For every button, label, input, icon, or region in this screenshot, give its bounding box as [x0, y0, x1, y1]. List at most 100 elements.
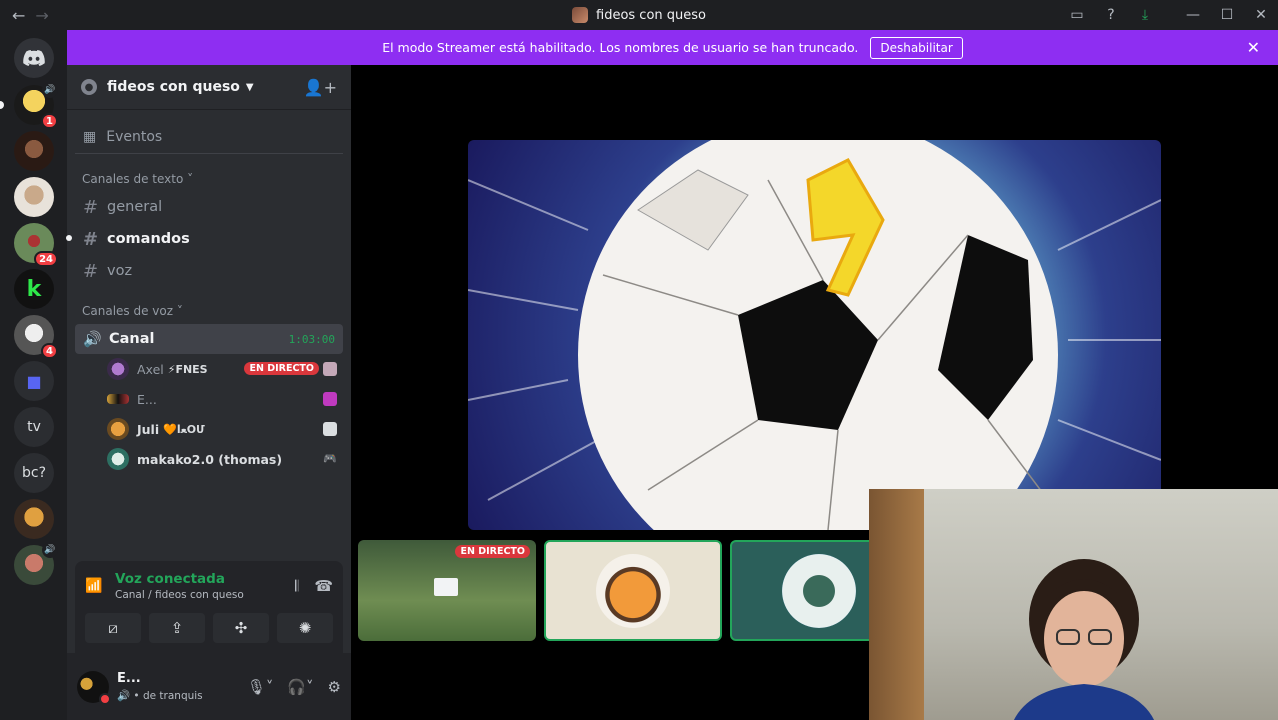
channel-label: voz [107, 263, 133, 279]
channel-comandos[interactable]: # comandos [66, 224, 343, 254]
minimize-icon[interactable]: — [1176, 7, 1210, 23]
guild-icon: ● [81, 79, 97, 95]
calendar-icon: ▦ [83, 128, 97, 145]
share-screen-button[interactable]: ⇪ [149, 613, 205, 643]
camera-off-button[interactable]: ⧄ [85, 613, 141, 643]
activity-icon [323, 422, 337, 436]
screen-share-stream[interactable] [468, 140, 1161, 530]
voice-user-e[interactable]: E... [107, 384, 343, 414]
banner-message: El modo Streamer está habilitado. Los no… [382, 40, 859, 55]
help-icon[interactable]: ? [1094, 7, 1128, 23]
stream-tile-game[interactable]: EN DIRECTO [358, 540, 536, 641]
close-icon[interactable]: ✕ [1244, 7, 1278, 23]
arrow-left-icon[interactable]: ← [12, 6, 25, 25]
voice-user-name: E... [137, 391, 157, 407]
channel-label: general [107, 199, 163, 215]
voice-user-name: Axel [137, 361, 164, 377]
streamer-mode-banner: El modo Streamer está habilitado. Los no… [67, 30, 1278, 65]
signal-icon[interactable]: 📶 [85, 578, 115, 594]
voice-channel-label: Canal [109, 331, 155, 347]
avatar [596, 553, 670, 628]
speaker-icon: 🔊 [83, 330, 102, 348]
avatar [107, 394, 129, 404]
webcam-video[interactable] [869, 489, 1278, 720]
voice-status[interactable]: Voz conectada [115, 571, 244, 587]
download-icon[interactable]: ⤓ [1128, 7, 1162, 23]
notification-badge: 24 [34, 251, 58, 267]
voice-user-axel[interactable]: Axel ⚡FNES EN DIRECTO [107, 354, 343, 384]
server-folder-tv[interactable]: tv [14, 407, 54, 447]
user-name[interactable]: E... [117, 671, 203, 686]
speaker-icon: 🔊 [42, 82, 58, 98]
voice-timer: 1:03:00 [288, 332, 335, 346]
voice-user-name: makako2.0 (thomas) [137, 451, 283, 467]
arrow-right-icon[interactable]: → [35, 6, 48, 25]
avatar [107, 418, 129, 440]
server-icon-4[interactable]: 24 [14, 223, 58, 267]
noise-suppression-icon[interactable]: 𝄃 [295, 577, 298, 595]
server-icon-1[interactable]: 🔊 1 [0, 82, 58, 129]
server-icon-3[interactable] [14, 177, 54, 217]
window-title: fideos con queso [572, 7, 706, 23]
server-icon-6[interactable]: 4 [14, 315, 58, 359]
avatar[interactable] [77, 670, 111, 705]
add-user-icon[interactable]: 👤+ [304, 78, 337, 97]
folder-icon[interactable]: ■ [14, 361, 54, 401]
microphone-icon[interactable]: 🎙˅ [247, 678, 274, 696]
voice-user-tag: 🧡ﻌاОՄ [163, 422, 205, 436]
channel-general[interactable]: # general [75, 192, 343, 222]
events-label: Eventos [106, 128, 163, 145]
hash-icon: # [83, 260, 99, 282]
guild-name: fideos con queso [107, 79, 240, 95]
voice-user-juli[interactable]: Juli 🧡ﻌاОՄ [107, 414, 343, 444]
discord-home-icon[interactable] [14, 38, 54, 78]
headphones-icon[interactable]: 🎧˅ [287, 678, 313, 696]
camera-off-icon: ⧄ [108, 619, 118, 637]
unread-indicator [66, 235, 72, 241]
voice-location[interactable]: Canal / fideos con queso [115, 589, 244, 601]
channel-label: comandos [107, 231, 190, 247]
server-folder-bc[interactable]: bc? [14, 453, 54, 493]
title-bar: ← → fideos con queso ▭ ? ⤓ — ☐ ✕ [0, 0, 1278, 30]
server-rail: 🔊 1 24 k 4 ■ tv bc? 🔊 [0, 30, 67, 720]
category-voice-label: Canales de voz [82, 304, 174, 318]
hash-icon: # [83, 228, 99, 250]
activities-icon: ✣ [234, 619, 248, 637]
gear-icon[interactable]: ⚙ [328, 678, 341, 696]
category-text[interactable]: Canales de texto ˅ [82, 172, 351, 186]
soundboard-button[interactable]: ✺ [277, 613, 333, 643]
voice-user-makako[interactable]: makako2.0 (thomas) 🎮 [107, 444, 343, 474]
server-icon-2[interactable] [14, 131, 54, 171]
category-text-label: Canales de texto [82, 172, 184, 186]
server-icon-8[interactable]: 🔊 [14, 542, 58, 585]
disconnect-icon[interactable]: ☎ [314, 577, 333, 595]
server-icon-5[interactable]: k [14, 269, 54, 309]
inbox-icon[interactable]: ▭ [1060, 7, 1094, 23]
events-item[interactable]: ▦ Eventos [75, 120, 343, 154]
participant-tile-juli[interactable] [544, 540, 722, 641]
webcam-person-image [1013, 559, 1155, 720]
category-voice[interactable]: Canales de voz ˅ [82, 304, 351, 318]
close-icon[interactable]: ✕ [1247, 38, 1260, 57]
stream-frame-image [468, 140, 1161, 530]
user-panel: E... 🔊 • de tranquis 🎙˅ 🎧˅ ⚙ [67, 653, 351, 720]
notification-badge: 4 [41, 343, 58, 359]
server-icon-7[interactable] [14, 499, 54, 539]
call-stage: EN DIRECTO [351, 65, 1278, 720]
activities-button[interactable]: ✣ [213, 613, 269, 643]
activity-icon [323, 392, 337, 406]
maximize-icon[interactable]: ☐ [1210, 7, 1244, 23]
guild-header[interactable]: ● fideos con queso ▼ 👤+ [67, 65, 351, 110]
speaker-icon: 🔊 [117, 690, 131, 702]
server-icon [572, 7, 588, 23]
channel-voz[interactable]: # voz [75, 256, 343, 286]
chevron-down-icon: ▼ [245, 81, 254, 93]
avatar [782, 553, 856, 628]
speaker-icon: 🔊 [42, 542, 58, 558]
voice-channel-canal[interactable]: 🔊 Canal 1:03:00 [75, 324, 343, 354]
voice-user-name: Juli [137, 421, 160, 437]
window-title-text: fideos con queso [596, 7, 706, 23]
disable-streamer-button[interactable]: Deshabilitar [870, 36, 963, 59]
voice-connected-panel: 📶 Voz conectada Canal / fideos con queso… [75, 561, 343, 653]
avatar [107, 358, 129, 380]
